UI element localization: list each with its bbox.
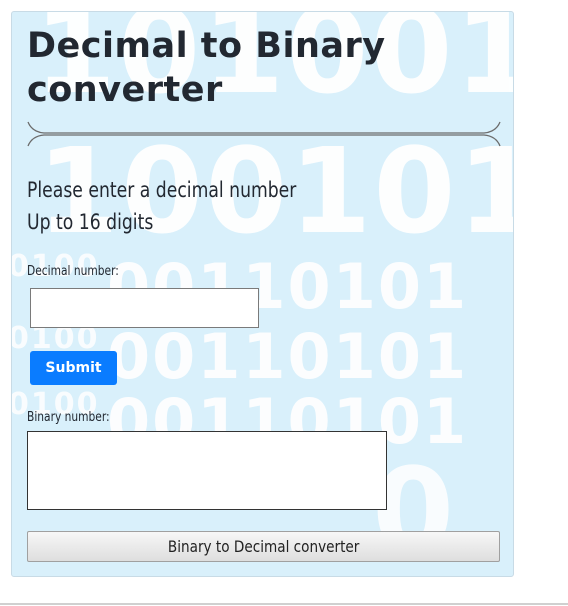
binary-label: Binary number: (27, 410, 110, 425)
binary-to-decimal-label: Binary to Decimal converter (167, 537, 360, 556)
binary-to-decimal-button[interactable]: Binary to Decimal converter (27, 531, 500, 562)
instruction-line: Please enter a decimal number (27, 178, 297, 202)
bg-digits-side: 0100 (12, 321, 100, 356)
converter-card: 101001 100101 00110101 00110101 00110101… (11, 11, 514, 577)
title-divider (27, 121, 501, 147)
instructions: Please enter a decimal number Up to 16 d… (27, 174, 296, 238)
decimal-label: Decimal number: (27, 264, 119, 279)
bg-digits-row: 00110101 (107, 320, 469, 393)
binary-output[interactable] (27, 431, 387, 510)
submit-button[interactable]: Submit (30, 351, 117, 385)
instruction-line: Up to 16 digits (27, 210, 154, 234)
page-title: Decimal to Binary converter (27, 26, 386, 110)
decimal-input[interactable] (30, 288, 259, 328)
page-bottom-border (0, 603, 568, 605)
